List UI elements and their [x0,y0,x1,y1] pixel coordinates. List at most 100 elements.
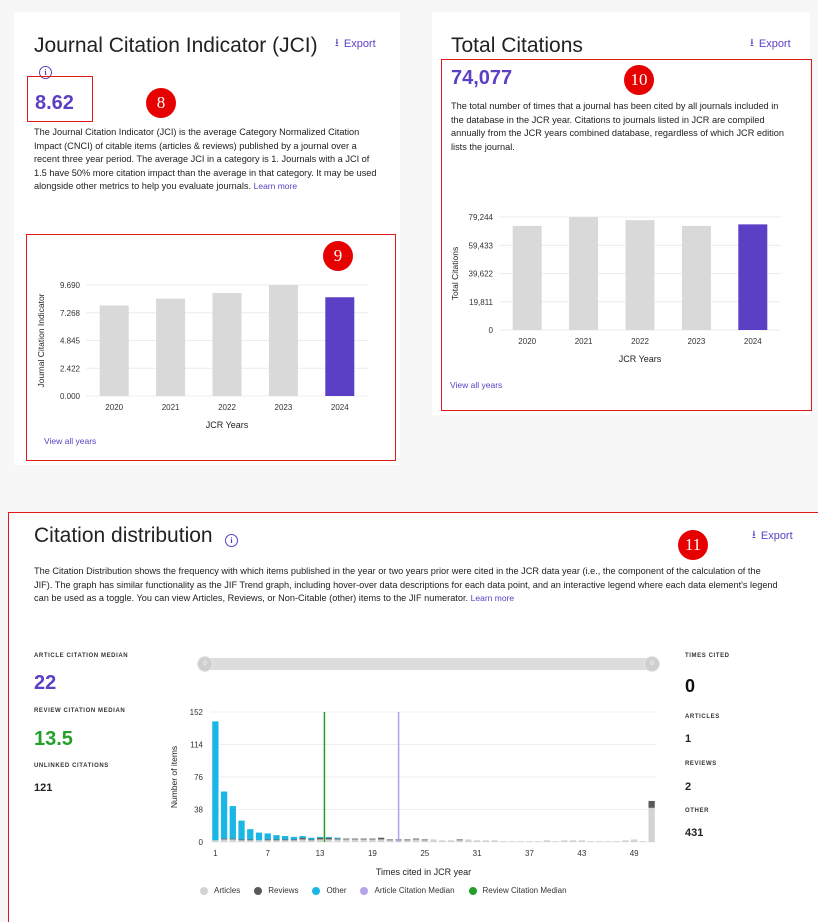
jci-learn-more-link[interactable]: Learn more [254,181,297,191]
y-tick-label: 19,811 [469,298,493,307]
bar-other-9 [282,836,289,840]
distribution-export-button[interactable]: ⭳ Export [752,526,793,545]
bar-articles-24 [412,839,420,842]
legend-other[interactable]: Other [312,886,346,895]
bar-articles-41 [561,840,568,842]
legend-articles[interactable]: Articles [200,886,240,895]
legend-article-median-swatch [360,886,369,895]
bar-articles-38 [535,841,542,842]
legend-reviews-label: Reviews [268,886,299,895]
unlinked-citations-label: UNLINKED CITATIONS [34,763,109,769]
bar-articles-11 [299,839,306,842]
download-icon: ⭳ [750,37,754,49]
jci-view-all-link[interactable]: View all years [44,436,96,446]
bar-2023 [268,285,298,396]
total-chart: 0 19,811 39,622 59,433 79,244 2020 2021 2022 202… [450,213,781,364]
y-tick-label: 152 [190,708,204,717]
range-slider-track[interactable] [198,658,660,670]
articles-value: 1 [685,733,692,745]
x-axis-label: JCR Years [619,354,662,364]
jci-export-button[interactable]: ⭳ Export [335,34,376,53]
bar-articles-19 [369,839,376,842]
bar-reviews-19 [369,838,376,840]
bar-articles-20 [378,839,385,842]
bar-articles-9 [282,840,289,842]
total-export-label: Export [758,37,791,50]
total-view-all-link[interactable]: View all years [450,380,502,390]
bar-articles-46 [604,841,612,842]
bar-2023 [681,225,711,330]
legend-article-median-label: Article Citation Median [374,886,455,895]
jci-description: The Journal Citation Indicator (JCI) is … [34,126,382,194]
bar-reviews-4 [238,839,245,841]
range-slider-max-handle[interactable]: 0 [644,656,660,672]
bar-articles-28 [447,840,455,842]
bar-reviews-5 [247,839,254,841]
bar-reviews-14 [325,837,332,840]
bar-articles-31 [473,840,481,842]
range-slider-min-handle[interactable]: 0 [197,656,213,672]
legend-article-median[interactable]: Article Citation Median [360,886,455,895]
times-cited-value: 0 [685,676,696,696]
article-median-label: ARTICLE CITATION MEDIAN [34,653,129,659]
bar-reviews-8 [273,839,280,841]
jci-export-label: Export [343,37,376,50]
x-tick-label: 2020 [105,403,123,412]
bar-2024 [325,297,355,396]
bar-articles-29 [456,840,463,842]
x-tick-label: 37 [525,849,534,858]
citation-distribution-card: Citation distribution i 11 ⭳ Export The … [8,512,818,922]
distribution-legend: Articles Reviews Other Article Citation … [200,886,567,895]
y-axis-label: Total Citations [450,247,460,300]
bar-articles-30 [465,839,472,842]
bar-other-12 [308,837,315,840]
bar-reviews-25 [421,839,428,841]
reviews-value: 2 [685,781,692,793]
bar-articles-33 [491,840,498,842]
x-tick-label: 2024 [744,337,762,346]
info-icon[interactable]: i [225,534,238,547]
bar-other-15 [334,837,341,839]
bar-articles-40 [552,841,559,842]
bar-reviews-21 [386,839,394,841]
annotation-badge-10: 10 [624,65,654,95]
bar-articles-10 [290,840,298,842]
review-median-value: 13.5 [34,728,73,750]
bar-reviews-29 [456,839,463,841]
times-cited-label: TIMES CITED [685,653,730,659]
y-tick-label: 39,622 [469,270,494,279]
bar-other-14 [325,836,332,838]
y-tick-label: 9.690 [60,281,81,290]
other-value: 431 [685,827,704,839]
legend-articles-label: Articles [214,886,241,895]
y-tick-label: 59,433 [469,241,494,250]
x-tick-label: 31 [473,849,482,858]
legend-articles-swatch [200,886,208,895]
distribution-learn-more-link[interactable]: Learn more [471,593,514,603]
bar-reviews-9 [282,839,289,841]
distribution-description: The Citation Distribution shows the freq… [34,565,779,606]
x-tick-label: 2022 [218,403,236,412]
legend-review-median[interactable]: Review Citation Median [468,886,567,895]
y-axis-label: Journal Citation Indicator [36,293,46,387]
x-axis-label: JCR Years [206,420,249,430]
bar-other-13 [316,836,324,838]
bar-articles-8 [273,840,280,842]
total-export-button[interactable]: ⭳ Export [750,34,791,53]
article-median-value: 22 [34,672,57,694]
bar-reviews-13 [316,837,324,840]
other-label: OTHER [685,808,709,814]
bar-articles-7 [264,840,271,842]
y-tick-label: 38 [194,806,203,815]
x-tick-label: 43 [577,849,586,858]
bar-2022 [212,292,242,396]
distribution-export-label: Export [760,529,793,542]
y-tick-label: 114 [190,741,203,750]
bar-articles-42 [569,840,577,842]
bar-articles-39 [543,840,551,842]
bar-articles-35 [508,841,516,842]
bar-other-4 [238,820,245,840]
y-tick-label: 76 [194,773,203,782]
legend-reviews[interactable]: Reviews [254,886,298,895]
bar-articles-47 [613,841,620,842]
